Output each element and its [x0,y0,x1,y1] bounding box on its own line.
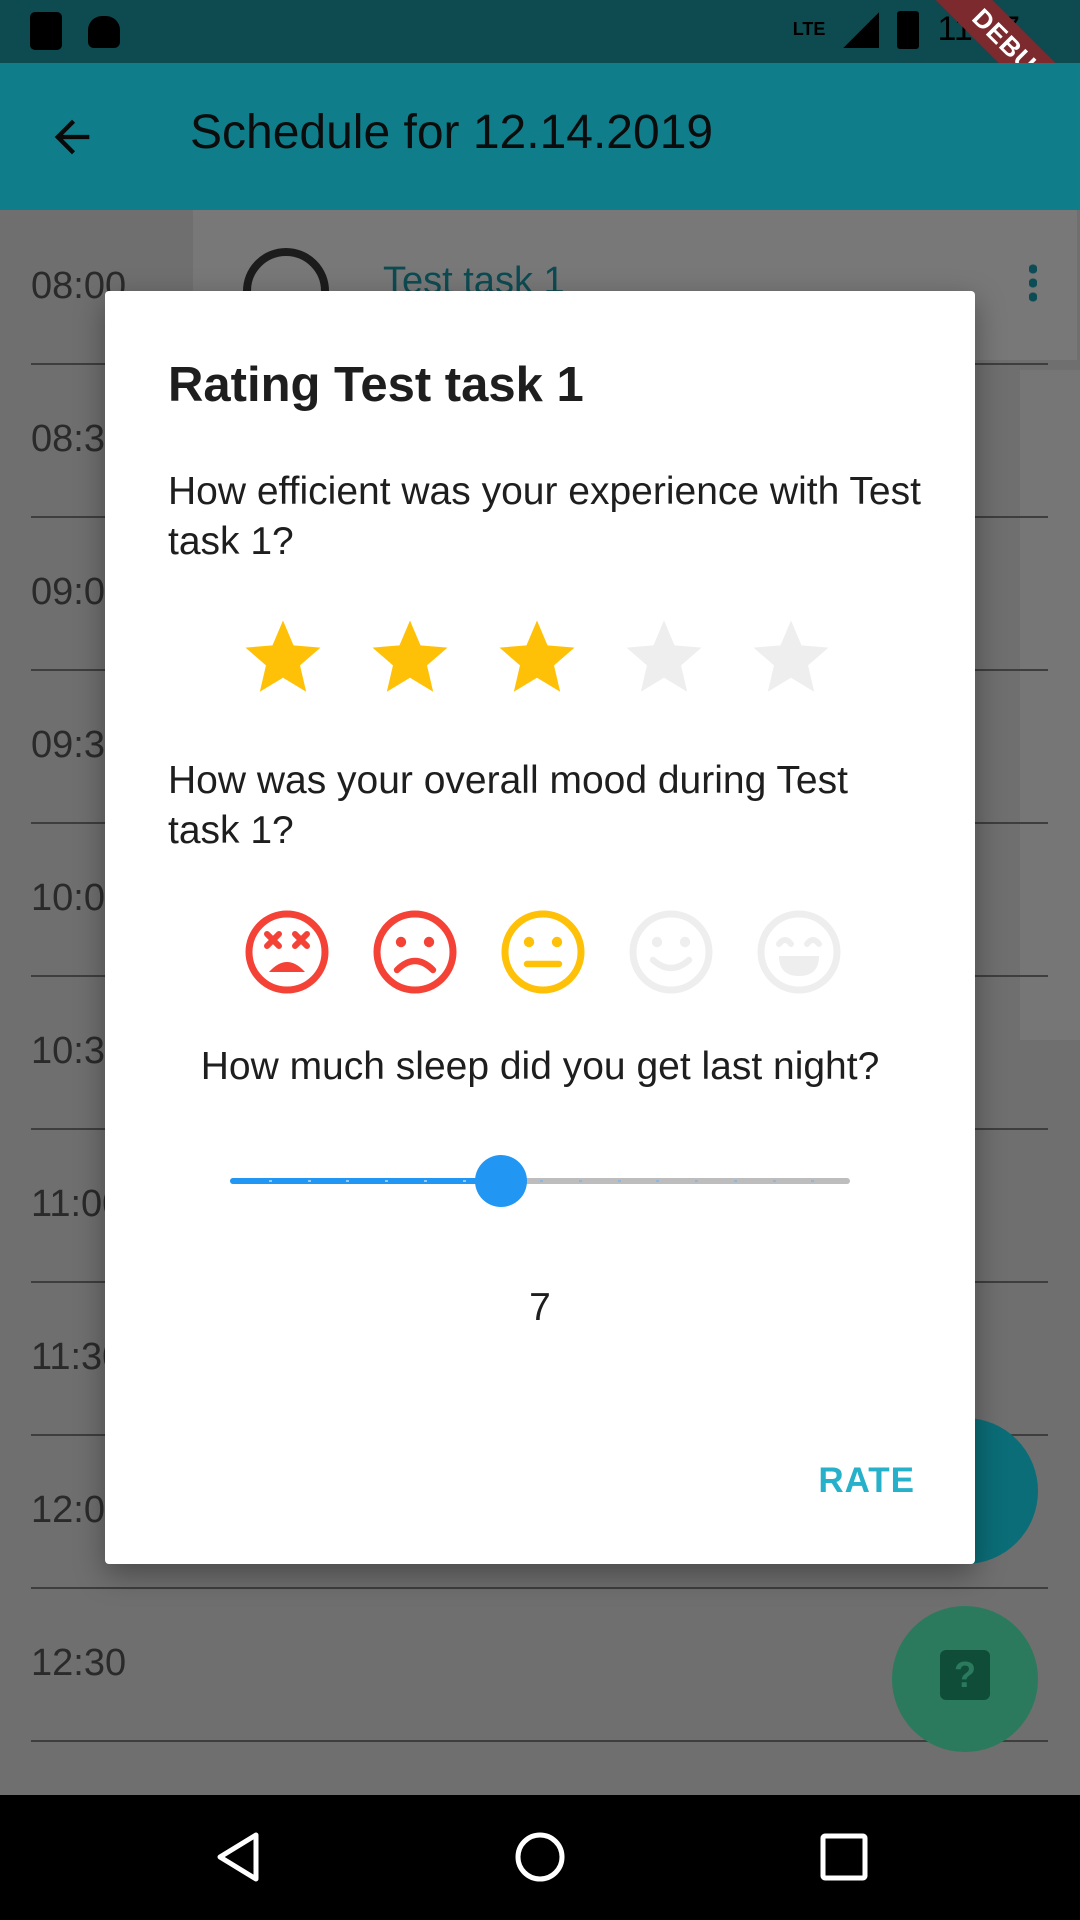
smile-face-icon[interactable] [627,908,715,996]
mood-rating [243,908,843,996]
page-title: Schedule for 12.14.2019 [190,106,714,159]
mood-question: How was your overall mood during Test ta… [168,759,848,852]
status-bar: LTE 11:27 [0,0,1080,63]
star-icon[interactable] [619,613,709,703]
slider-tick [578,1180,582,1182]
slider-tick [307,1180,311,1182]
help-icon: ? [940,1650,990,1700]
neutral-face-icon[interactable] [499,908,587,996]
slider-thumb[interactable] [475,1155,528,1207]
slider-tick [733,1180,737,1182]
sd-card-icon [30,12,62,50]
dialog-title: Rating Test task 1 [168,358,584,412]
system-nav-bar [0,1795,1080,1920]
nav-back-icon[interactable] [212,1831,264,1883]
slider-tick [462,1180,466,1182]
slider-tick [423,1180,427,1182]
app-bar: Schedule for 12.14.2019 [0,63,1080,210]
signal-icon [843,11,880,48]
time-label: 12:30 [31,1642,127,1684]
sad-face-icon[interactable] [371,908,459,996]
back-arrow-icon[interactable] [46,111,98,163]
help-button[interactable]: ? [892,1606,1038,1752]
rating-dialog: Rating Test task 1 How efficient was you… [105,291,975,1564]
nav-recents-icon[interactable] [818,1831,870,1883]
slider-tick [617,1180,621,1182]
star-icon[interactable] [746,613,836,703]
star-icon[interactable] [238,613,328,703]
slider-tick [385,1180,388,1182]
more-vert-icon[interactable] [1029,262,1037,302]
sleep-question: How much sleep did you get last night? [200,1045,880,1088]
slider-tick [772,1180,776,1182]
network-type-label: LTE [792,19,826,39]
slider-tick [346,1180,350,1182]
slider-tick [540,1180,543,1182]
efficiency-star-rating [238,613,836,703]
battery-icon [897,10,920,49]
dizzy-face-icon[interactable] [243,908,331,996]
slider-tick [811,1180,815,1182]
slider-tick [268,1180,272,1182]
sleep-slider[interactable] [230,1151,850,1211]
sleep-value: 7 [529,1286,551,1329]
slider-tick [695,1180,698,1182]
star-icon[interactable] [365,613,455,703]
star-icon[interactable] [492,613,582,703]
rate-button[interactable]: RATE [818,1461,915,1501]
grin-face-icon[interactable] [755,908,843,996]
slider-tick [656,1180,660,1182]
android-icon [88,16,120,48]
nav-home-icon[interactable] [514,1831,566,1883]
efficiency-question: How efficient was your experience with T… [168,470,921,563]
